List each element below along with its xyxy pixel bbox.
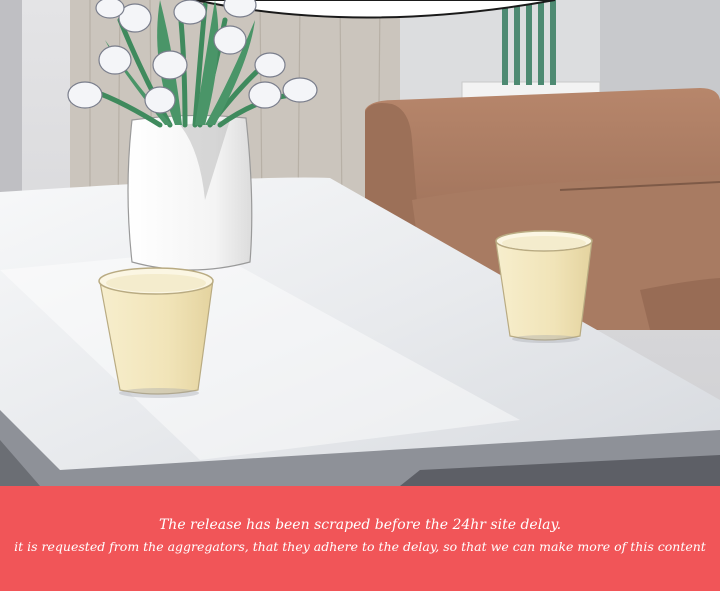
illustration-panel: [0, 0, 720, 486]
notice-line-1: The release has been scraped before the …: [158, 516, 562, 533]
paper-cup-right: [495, 230, 593, 343]
scrape-notice-banner: The release has been scraped before the …: [0, 486, 720, 591]
page: The release has been scraped before the …: [0, 0, 720, 591]
notice-line-2: it is requested from the aggregators, th…: [14, 538, 706, 554]
